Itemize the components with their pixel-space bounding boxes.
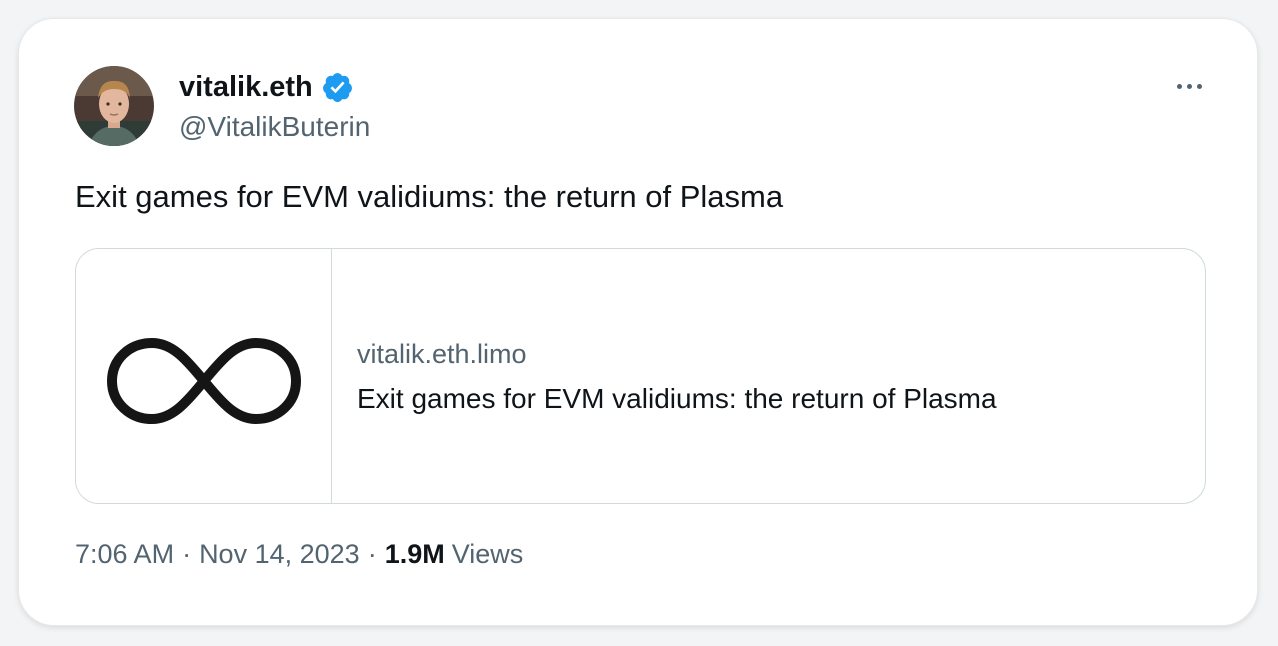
more-horizontal-icon[interactable] (1167, 71, 1211, 101)
dot (1176, 83, 1182, 89)
verified-badge-icon (321, 71, 354, 104)
author-row: vitalik.eth (179, 67, 354, 107)
link-domain: vitalik.eth.limo (357, 339, 527, 369)
link-preview-card[interactable]: vitalik.eth.limo Exit games for EVM vali… (75, 248, 1206, 504)
tweet-text: Exit games for EVM validiums: the return… (75, 179, 784, 214)
dot (1186, 83, 1192, 89)
infinity-icon (107, 338, 301, 424)
link-title: Exit games for EVM validiums: the return… (357, 383, 997, 414)
avatar[interactable] (74, 66, 154, 146)
tweet-card: vitalik.eth @VitalikButerin Exit games f… (18, 18, 1258, 626)
separator: · (367, 539, 377, 569)
author-handle[interactable]: @VitalikButerin (179, 111, 370, 143)
separator: · (182, 539, 192, 569)
views-label: Views (451, 539, 524, 569)
avatar-image (74, 66, 154, 146)
tweet-time[interactable]: 7:06 AM (75, 539, 174, 570)
display-name[interactable]: vitalik.eth (179, 71, 313, 104)
views-count: 1.9M (384, 539, 445, 569)
tweet-meta: 7:06 AM · Nov 14, 2023 · 1.9M Views (75, 539, 523, 570)
tweet-date[interactable]: Nov 14, 2023 (199, 539, 360, 570)
dot (1196, 83, 1202, 89)
link-thumbnail (76, 249, 332, 503)
